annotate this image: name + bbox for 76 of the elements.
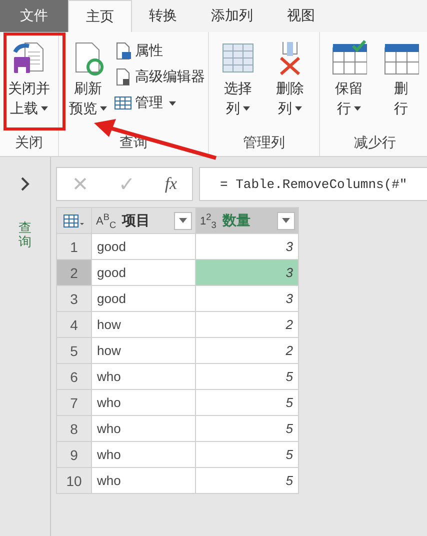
table-cell: 2	[196, 312, 298, 338]
row-number[interactable]: 7	[56, 390, 92, 416]
table-cell: who	[92, 442, 196, 468]
button-label: 行	[337, 99, 351, 118]
button-label: 上载	[10, 99, 38, 118]
row-number[interactable]: 8	[56, 416, 92, 442]
ribbon-tab[interactable]: 视图	[270, 0, 332, 32]
chevron-right-icon[interactable]	[20, 177, 30, 191]
row-number[interactable]: 10	[56, 468, 92, 494]
ribbon-button[interactable]: 保留 行	[323, 36, 375, 134]
table-cell: 5	[196, 390, 298, 416]
ribbon-button[interactable]: 刷新 预览	[62, 36, 114, 134]
group-label: 减少行	[353, 134, 397, 152]
ribbon-button[interactable]: 删 行	[375, 36, 427, 134]
table-cell: who	[92, 416, 196, 442]
table-cell: how	[92, 312, 196, 338]
table-icon	[63, 214, 85, 228]
table-cell: 3	[196, 234, 298, 260]
formula-field[interactable]: = Table.RemoveColumns(#"	[199, 167, 427, 201]
table-cell: who	[92, 364, 196, 390]
keep-rows-icon	[331, 40, 367, 76]
button-label: 预览	[69, 99, 97, 118]
table-menu-button[interactable]	[56, 208, 92, 234]
table-cell: who	[92, 390, 196, 416]
filter-dropdown[interactable]	[277, 212, 295, 230]
table-cell: good	[92, 260, 196, 286]
ribbon-button[interactable]: 属性	[114, 40, 205, 62]
button-label: 列	[226, 99, 240, 118]
row-number[interactable]: 1	[56, 234, 92, 260]
ribbon-button[interactable]: 删除 列	[264, 36, 316, 134]
table-cell: how	[92, 338, 196, 364]
group-label: 关闭	[14, 134, 44, 152]
table-cell: 5	[196, 364, 298, 390]
button-label: 保留	[335, 79, 363, 98]
filter-dropdown[interactable]	[174, 212, 192, 230]
column-header[interactable]: A$^{B}$$_{C}$ 项目	[92, 208, 196, 234]
row-number[interactable]: 6	[56, 364, 92, 390]
ribbon-button[interactable]: 选择 列	[212, 36, 264, 134]
row-number[interactable]: 4	[56, 312, 92, 338]
button-label: 刷新	[74, 79, 102, 98]
ribbon-tab[interactable]: 主页	[68, 0, 132, 32]
ribbon-button[interactable]: 高级编辑器	[114, 66, 205, 88]
caret-icon	[179, 218, 187, 223]
table-cell: 5	[196, 416, 298, 442]
button-label: 列	[278, 99, 292, 118]
ribbon-tab[interactable]: 文件	[0, 0, 68, 32]
table-cell: who	[92, 468, 196, 494]
button-label: 管理	[135, 94, 163, 112]
table-cell: 3	[196, 260, 298, 286]
button-label: 关闭并	[8, 79, 50, 98]
button-label: 删	[394, 79, 408, 98]
ribbon-button[interactable]: 管理	[114, 92, 205, 114]
row-number[interactable]: 2	[56, 260, 92, 286]
table-cell: 5	[196, 468, 298, 494]
button-label: 选择	[224, 79, 252, 98]
row-number[interactable]: 5	[56, 338, 92, 364]
pane-label: 查询	[18, 221, 32, 250]
row-number[interactable]: 9	[56, 442, 92, 468]
table-cell: 5	[196, 442, 298, 468]
button-label: 行	[394, 99, 408, 118]
table-cell: good	[92, 234, 196, 260]
table-cell: 2	[196, 338, 298, 364]
button-label: 删除	[276, 79, 304, 98]
column-header[interactable]: 1$^{2}$$_{3}$ 数量	[196, 208, 298, 234]
caret-icon	[282, 218, 290, 223]
row-number[interactable]: 3	[56, 286, 92, 312]
ribbon-button[interactable]: 关闭并 上载	[3, 36, 55, 134]
fx-button[interactable]: fx	[164, 174, 178, 194]
grid-icon	[114, 94, 132, 112]
ribbon-tab[interactable]: 添加列	[194, 0, 270, 32]
button-label: 高级编辑器	[135, 68, 205, 86]
button-label: 属性	[135, 42, 163, 60]
ribbon-tab[interactable]: 转换	[132, 0, 194, 32]
table-cell: good	[92, 286, 196, 312]
table-cell: 3	[196, 286, 298, 312]
group-label: 管理列	[242, 134, 286, 152]
